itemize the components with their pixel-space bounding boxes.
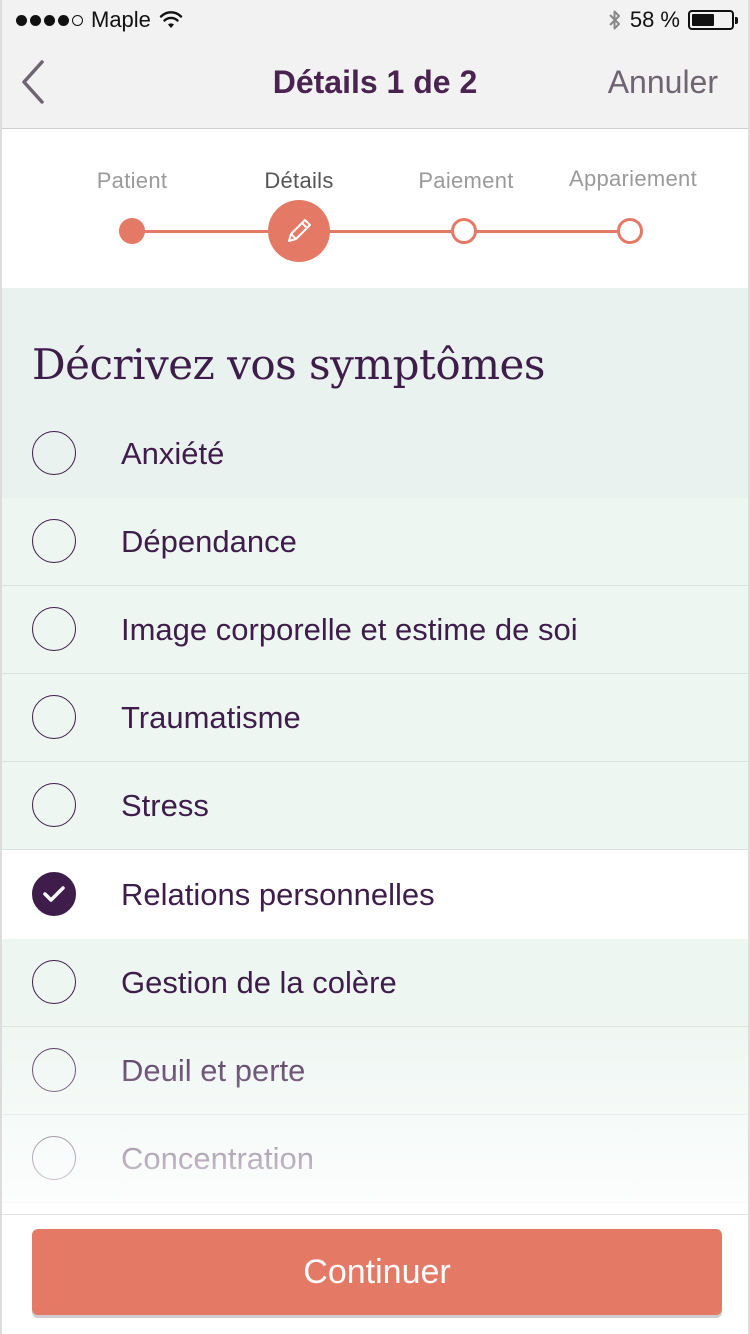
symptom-label: Deuil et perte bbox=[121, 1053, 306, 1088]
status-bar: Maple 58 % bbox=[2, 0, 748, 40]
step-node-appariement bbox=[617, 218, 643, 244]
symptom-row-anxiete[interactable]: Anxiété bbox=[2, 410, 748, 498]
battery-icon bbox=[688, 10, 738, 30]
symptom-row-concentration[interactable]: Concentration bbox=[2, 1115, 748, 1203]
radio-unchecked-icon[interactable] bbox=[32, 960, 76, 1004]
signal-dots-icon bbox=[16, 14, 83, 26]
progress-stepper: Patient Détails Paiement Appariement bbox=[2, 130, 748, 288]
status-left: Maple bbox=[16, 7, 183, 33]
step-label-details: Détails bbox=[264, 168, 334, 193]
section-title: Décrivez vos symptômes bbox=[32, 340, 545, 389]
bluetooth-icon bbox=[609, 10, 620, 30]
symptom-row-colere[interactable]: Gestion de la colère bbox=[2, 939, 748, 1027]
wifi-icon bbox=[159, 11, 183, 28]
pencil-icon bbox=[288, 219, 311, 242]
step-node-patient bbox=[119, 218, 145, 244]
symptom-row-image-corporelle[interactable]: Image corporelle et estime de soi bbox=[2, 586, 748, 674]
symptom-label: Traumatisme bbox=[121, 700, 301, 735]
step-node-details bbox=[268, 200, 330, 262]
radio-unchecked-icon[interactable] bbox=[32, 783, 76, 827]
symptom-row-dependance[interactable]: Dépendance bbox=[2, 498, 748, 586]
radio-checked-icon[interactable] bbox=[32, 872, 76, 916]
symptom-row-relations[interactable]: Relations personnelles bbox=[2, 851, 748, 939]
symptom-label: Concentration bbox=[121, 1141, 315, 1176]
checkmark-icon bbox=[43, 886, 65, 902]
battery-level bbox=[692, 14, 714, 26]
symptom-row-deuil[interactable]: Deuil et perte bbox=[2, 1027, 748, 1115]
symptom-label: Image corporelle et estime de soi bbox=[121, 612, 578, 647]
radio-unchecked-icon[interactable] bbox=[32, 607, 76, 651]
radio-unchecked-icon[interactable] bbox=[32, 1136, 76, 1180]
symptoms-section: Décrivez vos symptômes Anxiété Dépendanc… bbox=[2, 288, 748, 1214]
radio-unchecked-icon[interactable] bbox=[32, 1048, 76, 1092]
app-screen: Maple 58 % Détails 1 de 2 Annuler Patien… bbox=[0, 0, 750, 1334]
continue-button[interactable]: Continuer bbox=[32, 1229, 722, 1315]
cancel-button[interactable]: Annuler bbox=[608, 64, 718, 101]
nav-bar: Détails 1 de 2 Annuler bbox=[2, 40, 748, 129]
radio-unchecked-icon[interactable] bbox=[32, 519, 76, 563]
symptom-label: Dépendance bbox=[121, 524, 297, 559]
radio-unchecked-icon[interactable] bbox=[32, 695, 76, 739]
step-label-appariement: Appariement bbox=[568, 166, 698, 191]
symptom-label: Anxiété bbox=[121, 436, 225, 471]
footer: Continuer bbox=[2, 1214, 748, 1334]
stepper-track bbox=[132, 230, 630, 233]
step-label-patient: Patient bbox=[96, 168, 168, 193]
carrier-name: Maple bbox=[91, 7, 151, 32]
step-node-paiement bbox=[451, 218, 477, 244]
symptom-label: Stress bbox=[121, 788, 209, 823]
symptom-row-stress[interactable]: Stress bbox=[2, 762, 748, 850]
radio-unchecked-icon[interactable] bbox=[32, 431, 76, 475]
status-right: 58 % bbox=[608, 7, 738, 33]
symptom-row-traumatisme[interactable]: Traumatisme bbox=[2, 674, 748, 762]
battery-percent: 58 % bbox=[629, 7, 680, 32]
symptom-label: Relations personnelles bbox=[121, 877, 435, 912]
step-label-paiement: Paiement bbox=[418, 168, 514, 193]
symptom-label: Gestion de la colère bbox=[121, 965, 397, 1000]
